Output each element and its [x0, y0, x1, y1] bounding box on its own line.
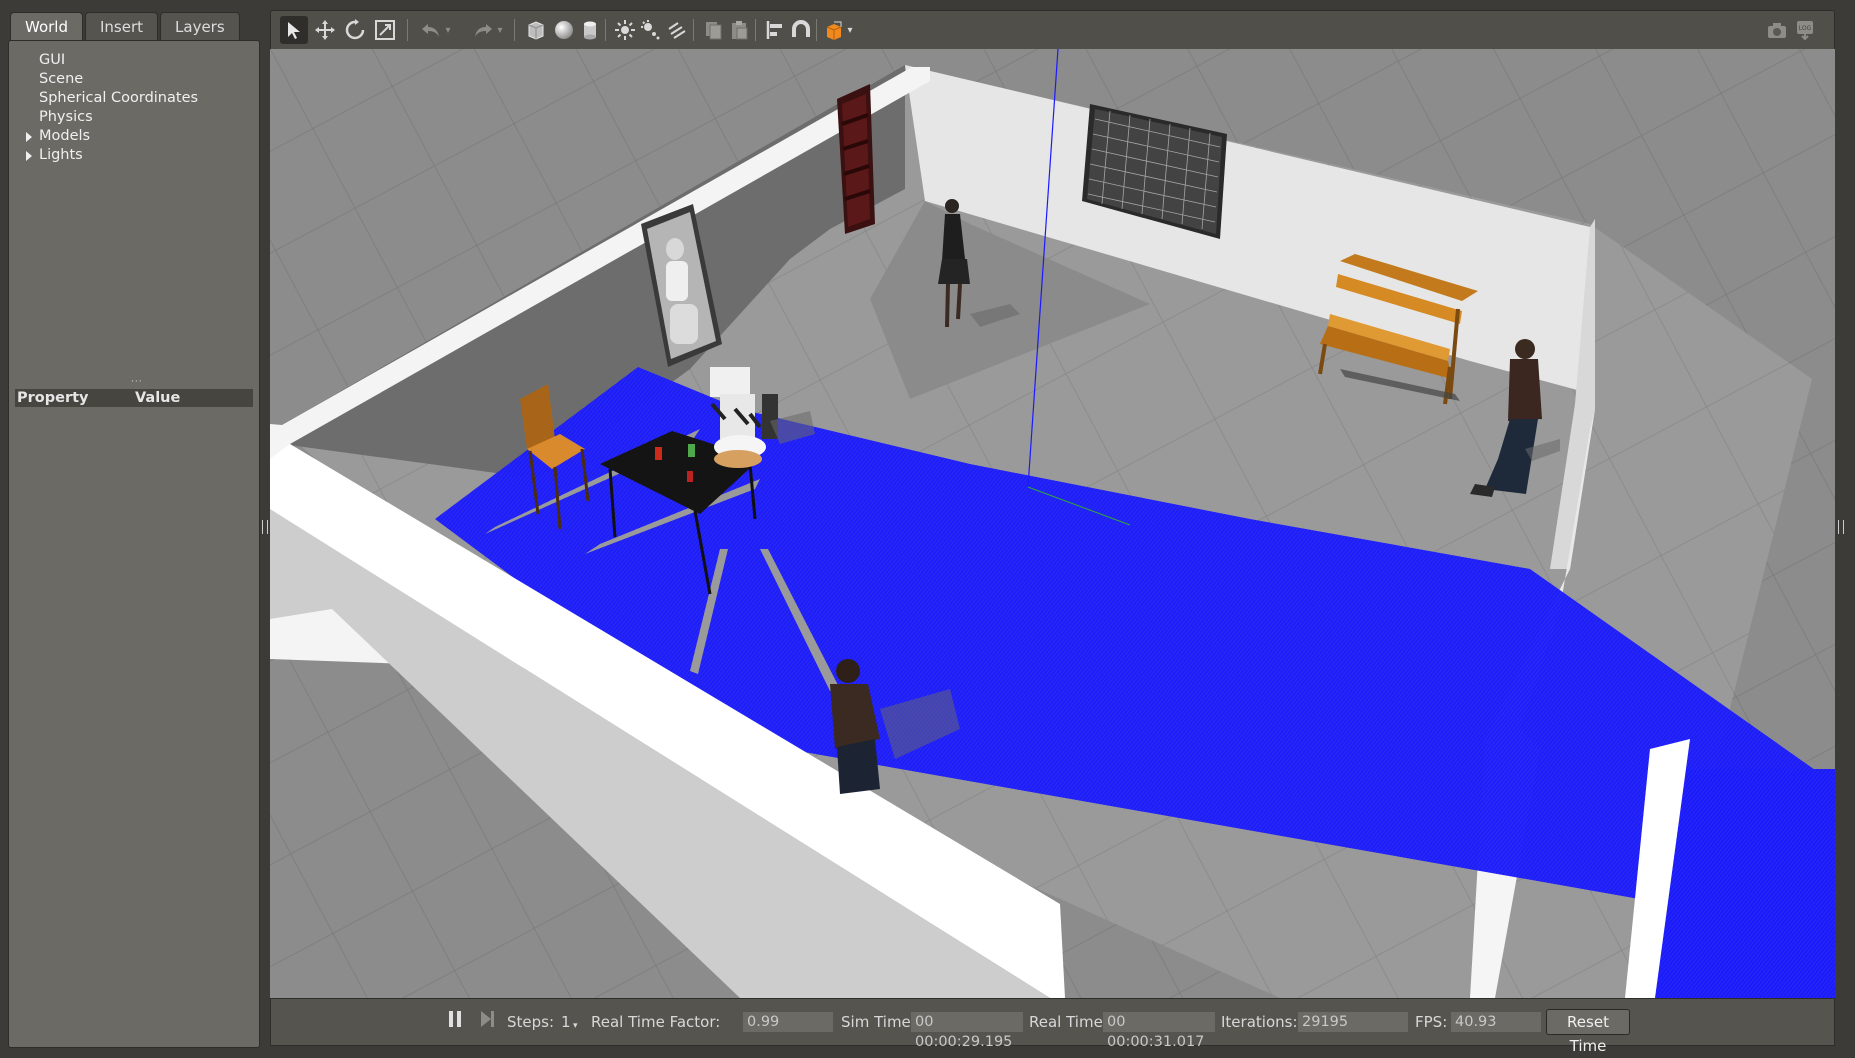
fps-label: FPS: — [1415, 1013, 1448, 1031]
copy-icon[interactable] — [699, 16, 727, 44]
steps-value[interactable]: 1 — [561, 1012, 571, 1032]
screenshot-icon[interactable] — [1763, 16, 1791, 44]
iterations-field: 29195 — [1298, 1012, 1408, 1032]
step-forward-icon[interactable] — [478, 1010, 496, 1033]
tree-item-physics[interactable]: Physics — [9, 108, 259, 127]
view-angle-chevron-icon[interactable]: ▾ — [843, 16, 857, 44]
tab-insert[interactable]: Insert — [85, 12, 159, 41]
paste-icon[interactable] — [725, 16, 753, 44]
tree-item-label: Scene — [39, 71, 84, 87]
status-bar: Steps: 1 ▾ Real Time Factor: 0.99 Sim Ti… — [270, 998, 1835, 1055]
can-red-2 — [687, 471, 693, 482]
real-time-field: 00 00:00:31.017 — [1103, 1012, 1215, 1050]
poster-robot-head — [666, 238, 684, 260]
sim-time-label: Sim Time: — [841, 1013, 916, 1031]
redo-history-chevron-icon[interactable]: ▾ — [493, 16, 507, 44]
tree-item-gui[interactable]: GUI — [9, 51, 259, 70]
left-panel: World Insert Layers GUI Scene Spherical … — [8, 8, 260, 1048]
expand-arrow-icon[interactable] — [26, 151, 32, 161]
log-icon[interactable]: LOG — [1791, 16, 1819, 44]
sphere-icon[interactable] — [550, 16, 578, 44]
tab-layers[interactable]: Layers — [160, 12, 240, 41]
toolbar-separator — [755, 19, 756, 41]
toolbar-separator — [816, 19, 817, 41]
value-column-header: Value — [135, 390, 181, 406]
spot-light-icon[interactable] — [637, 16, 665, 44]
svg-text:LOG: LOG — [1799, 25, 1812, 32]
world-panel: GUI Scene Spherical Coordinates Physics … — [8, 40, 260, 1048]
toolbar-separator — [407, 19, 408, 41]
real-time-label: Real Time: — [1029, 1013, 1108, 1031]
rotate-icon[interactable] — [341, 16, 369, 44]
directional-light-icon[interactable] — [663, 16, 691, 44]
poster-robot-base — [670, 304, 698, 344]
tree-item-label: GUI — [39, 52, 66, 68]
reset-time-button[interactable]: Reset Time — [1546, 1009, 1630, 1055]
sim-time-field: 00 00:00:29.195 — [911, 1012, 1023, 1050]
rtf-label: Real Time Factor: — [591, 1013, 721, 1031]
select-arrow-icon[interactable] — [280, 16, 308, 44]
can-red — [655, 447, 662, 460]
pause-icon[interactable] — [447, 1010, 463, 1033]
translate-icon[interactable] — [311, 16, 339, 44]
point-light-icon[interactable] — [611, 16, 639, 44]
poster-robot-body — [666, 261, 688, 301]
tree-item-label: Physics — [39, 109, 93, 125]
world-tree: GUI Scene Spherical Coordinates Physics … — [9, 51, 259, 165]
right-panel-collapse-handle[interactable] — [1838, 520, 1844, 534]
property-column-header: Property — [17, 390, 89, 406]
expand-arrow-icon[interactable] — [26, 132, 32, 142]
toolbar-separator — [514, 19, 515, 41]
left-panel-collapse-handle[interactable] — [262, 520, 268, 534]
toolbar-separator — [605, 19, 606, 41]
tree-item-models[interactable]: Models — [9, 127, 259, 146]
tree-item-label: Spherical Coordinates — [39, 90, 199, 106]
tab-world[interactable]: World — [10, 12, 83, 41]
property-table-header: Property Value — [15, 389, 253, 407]
toolbar-separator — [693, 19, 694, 41]
fps-field: 40.93 — [1451, 1012, 1541, 1032]
iterations-label: Iterations: — [1221, 1013, 1298, 1031]
3d-viewport[interactable] — [270, 49, 1835, 998]
undo-history-chevron-icon[interactable]: ▾ — [441, 16, 455, 44]
can-green — [688, 444, 695, 457]
tree-item-scene[interactable]: Scene — [9, 70, 259, 89]
steps-label: Steps: — [507, 1013, 555, 1031]
tree-item-label: Lights — [39, 147, 83, 163]
align-icon[interactable] — [761, 16, 789, 44]
steps-chevron-icon[interactable]: ▾ — [573, 1016, 578, 1036]
toolbar: ▾ ▾ ▾ LOG — [270, 10, 1835, 50]
panel-tabs: World Insert Layers — [10, 12, 240, 42]
tree-item-spherical-coordinates[interactable]: Spherical Coordinates — [9, 89, 259, 108]
tree-item-label: Models — [39, 128, 91, 144]
splitter-handle[interactable]: ··· — [131, 378, 143, 387]
box-icon[interactable] — [522, 16, 550, 44]
tree-item-lights[interactable]: Lights — [9, 146, 259, 165]
cylinder-icon[interactable] — [576, 16, 604, 44]
rtf-field: 0.99 — [743, 1012, 833, 1032]
main-area: ▾ ▾ ▾ LOG Steps: 1 ▾ Real Time Factor: 0… — [270, 10, 1835, 1055]
snap-icon[interactable] — [787, 16, 815, 44]
scene-render[interactable] — [270, 49, 1835, 998]
scale-icon[interactable] — [371, 16, 399, 44]
